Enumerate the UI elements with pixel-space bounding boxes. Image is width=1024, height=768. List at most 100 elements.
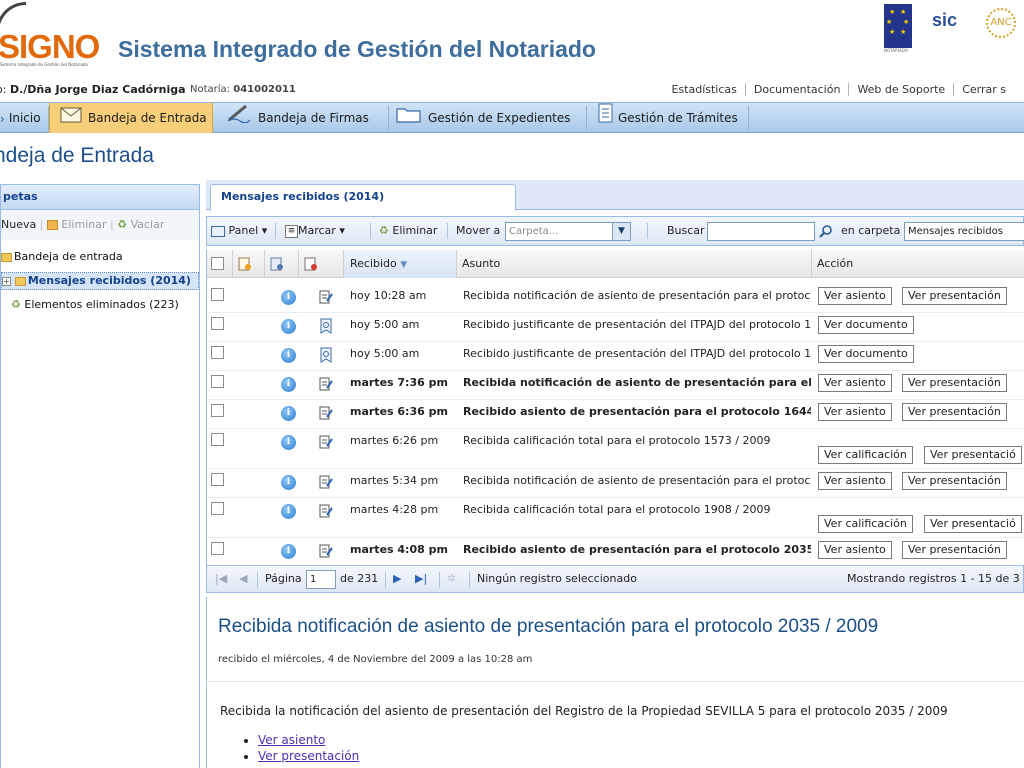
move-to-select[interactable]: Carpeta... ▼	[505, 222, 631, 241]
tab-inicio[interactable]: › Inicio	[0, 103, 48, 133]
folder-bandeja-entrada[interactable]: Bandeja de entrada	[1, 250, 123, 263]
panel-button[interactable]: Panel ▾	[211, 217, 267, 245]
action-button[interactable]: Ver presentación	[902, 403, 1007, 421]
edit-document-icon	[319, 434, 333, 449]
table-row[interactable]: i martes 7:36 pm Recibida notificación de …	[207, 371, 1024, 400]
action-button[interactable]: Ver asiento	[818, 541, 892, 559]
info-icon: i	[281, 475, 296, 490]
in-folder-select[interactable]: Mensajes recibidos	[904, 222, 1024, 241]
panel-button-label: Panel	[228, 224, 259, 237]
app-title: Sistema Integrado de Gestión del Notaria…	[118, 36, 596, 62]
mark-button[interactable]: ≡ Marcar ▾	[285, 217, 345, 245]
folder-label: Mensajes recibidos (2014)	[27, 274, 191, 287]
table-row[interactable]: i martes 5:34 pm Recibida notificación de …	[207, 469, 1024, 498]
action-button[interactable]: Ver asiento	[818, 403, 892, 421]
info-icon: i	[281, 319, 296, 334]
row-checkbox[interactable]	[211, 346, 224, 359]
logo-subtitle: Sistema Integrado de Gestión del Notaria…	[0, 62, 88, 67]
table-row[interactable]: i hoy 5:00 am Recibido justificante de pre…	[207, 313, 1024, 342]
action-button[interactable]: Ver presentación	[902, 287, 1007, 305]
trash-icon: ♻	[11, 298, 21, 311]
table-row[interactable]: i martes 4:08 pm Recibido asiento de prese…	[207, 538, 1024, 565]
row-date: martes 6:36 pm	[350, 405, 448, 418]
tab-bandeja-firmas[interactable]: Bandeja de Firmas	[226, 103, 386, 133]
table-row[interactable]: i hoy 10:28 am Recibida notificación de as…	[207, 284, 1024, 313]
tab-bandeja-entrada[interactable]: Bandeja de Entrada	[49, 103, 213, 133]
prev-page-icon[interactable]: ◀	[239, 566, 247, 592]
action-button[interactable]: Ver calificación	[818, 515, 913, 533]
link-ver-presentacion[interactable]: Ver presentación	[258, 749, 359, 763]
col-received[interactable]: Recibido ▼	[344, 250, 457, 278]
row-checkbox[interactable]	[211, 288, 224, 301]
action-button[interactable]: Ver documento	[818, 316, 914, 334]
tab-gestion-expedientes[interactable]: Gestión de Expedientes	[396, 103, 586, 133]
empty-folder-button[interactable]: Vaciar	[131, 218, 165, 231]
row-checkbox[interactable]	[211, 433, 224, 446]
user-info: o: D./Dña Jorge Diaz Cadórniga	[0, 83, 186, 96]
tab-mensajes-recibidos[interactable]: Mensajes recibidos (2014)	[210, 184, 516, 211]
list-document-icon	[596, 103, 614, 134]
action-button[interactable]: Ver asiento	[818, 374, 892, 392]
col-subject[interactable]: Asunto	[457, 250, 812, 278]
table-row[interactable]: i martes 6:26 pm Recibida calificación tot…	[207, 429, 1024, 469]
row-checkbox[interactable]	[211, 404, 224, 417]
action-button[interactable]: Ver calificación	[818, 446, 913, 464]
row-date: hoy 5:00 am	[350, 318, 420, 331]
next-page-icon[interactable]: ▶	[393, 566, 401, 592]
row-checkbox[interactable]	[211, 473, 224, 486]
edit-document-icon	[319, 543, 333, 558]
select-all-checkbox[interactable]	[207, 250, 233, 278]
action-button[interactable]: Ver presentació	[924, 446, 1022, 464]
edit-document-icon	[319, 503, 333, 518]
delete-button[interactable]: ♻ Eliminar	[379, 217, 437, 245]
tab-inicio-label: Inicio	[8, 111, 41, 125]
link-web-soporte[interactable]: Web de Soporte	[848, 83, 954, 96]
action-button[interactable]: Ver presentación	[902, 374, 1007, 392]
table-row[interactable]: i martes 6:36 pm Recibido asiento de prese…	[207, 400, 1024, 429]
link-ver-asiento[interactable]: Ver asiento	[258, 733, 325, 747]
info-icon: i	[281, 377, 296, 392]
recycle-icon: ♻	[379, 224, 389, 237]
link-cerrar-sesion[interactable]: Cerrar s	[953, 83, 1014, 96]
preview-divider	[206, 681, 1024, 682]
row-date: hoy 5:00 am	[350, 347, 420, 360]
action-button[interactable]: Ver asiento	[818, 287, 892, 305]
row-checkbox[interactable]	[211, 375, 224, 388]
first-page-icon[interactable]: |◀	[215, 566, 227, 592]
action-button[interactable]: Ver asiento	[818, 472, 892, 490]
action-button[interactable]: Ver presentación	[902, 541, 1007, 559]
tab-gestion-tramites[interactable]: Gestión de Trámites	[596, 103, 756, 133]
action-button[interactable]: Ver presentación	[902, 472, 1007, 490]
row-subject: Recibido asiento de presentación para el…	[463, 543, 811, 556]
user-name: D./Dña Jorge Diaz Cadórniga	[9, 83, 186, 96]
refresh-icon[interactable]: ✲	[447, 566, 456, 592]
search-input[interactable]	[707, 222, 815, 241]
grid-header: Recibido ▼ Asunto Acción	[207, 250, 1024, 278]
table-row[interactable]: i martes 4:28 pm Recibida calificación tot…	[207, 498, 1024, 538]
chevron-down-icon: ▾	[339, 224, 345, 237]
edit-document-icon	[319, 289, 333, 304]
action-button[interactable]: Ver presentació	[924, 515, 1022, 533]
last-page-icon[interactable]: ▶|	[415, 566, 427, 592]
selection-status: Ningún registro seleccionado	[477, 572, 637, 585]
tab-bandeja-firmas-label: Bandeja de Firmas	[258, 111, 369, 125]
folder-elementos-eliminados[interactable]: ♻ Elementos eliminados (223)	[11, 298, 179, 311]
link-documentacion[interactable]: Documentación	[744, 83, 849, 96]
page-input[interactable]: 1	[306, 570, 336, 589]
row-checkbox[interactable]	[211, 542, 224, 555]
row-checkbox[interactable]	[211, 317, 224, 330]
folders-toolbar: Nueva | Eliminar | ♻ Vaciar	[0, 210, 200, 240]
row-checkbox[interactable]	[211, 502, 224, 515]
receipt-icon	[319, 347, 333, 363]
action-button[interactable]: Ver documento	[818, 345, 914, 363]
folder-mensajes-recibidos[interactable]: + Mensajes recibidos (2014)	[1, 272, 199, 290]
link-estadisticas[interactable]: Estadísticas	[663, 83, 744, 96]
col-received-label: Recibido	[350, 257, 397, 270]
new-folder-button[interactable]: Nueva	[1, 218, 36, 231]
col-action[interactable]: Acción	[812, 250, 1024, 278]
table-row[interactable]: i hoy 5:00 am Recibido justificante de pre…	[207, 342, 1024, 371]
search-icon[interactable]	[819, 217, 833, 245]
folder-icon	[1, 252, 12, 262]
delete-folder-button[interactable]: Eliminar	[61, 218, 106, 231]
checkbox	[211, 257, 224, 270]
